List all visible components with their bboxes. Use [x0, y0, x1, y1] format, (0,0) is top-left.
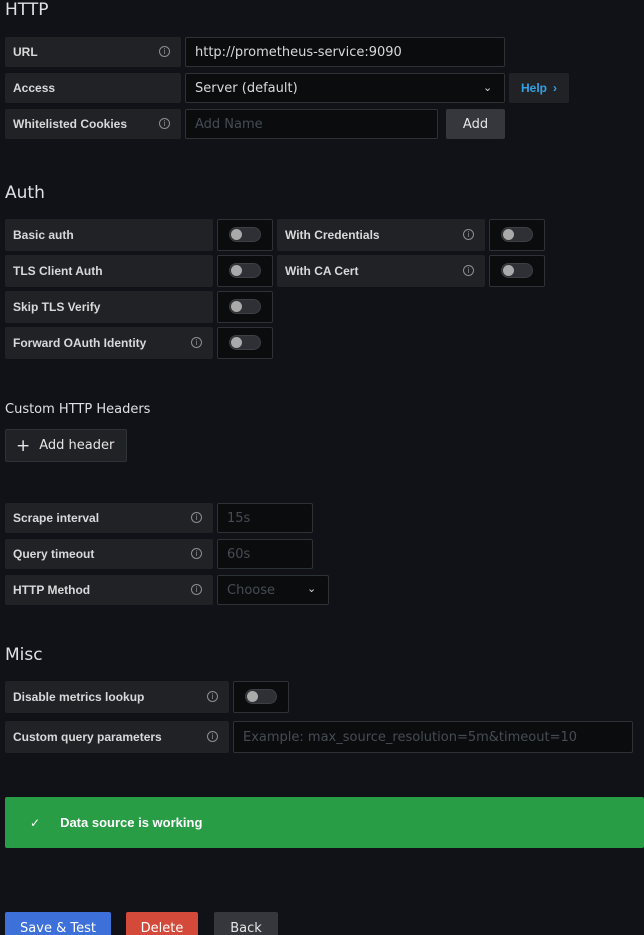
success-alert-message: Data source is working — [60, 815, 203, 830]
plus-icon: + — [16, 435, 31, 456]
help-button-label: Help — [520, 81, 547, 95]
tls-client-auth-toggle[interactable] — [229, 263, 261, 278]
cookies-label-text: Whitelisted Cookies — [13, 117, 128, 131]
disable-metrics-label-text: Disable metrics lookup — [13, 690, 145, 704]
with-credentials-label-text: With Credentials — [285, 228, 380, 242]
access-label-text: Access — [13, 81, 56, 95]
with-credentials-info-icon[interactable]: i — [463, 229, 474, 240]
query-timeout-label-text: Query timeout — [13, 547, 95, 561]
with-credentials-switch-box — [489, 219, 545, 251]
scrape-interval-label-text: Scrape interval — [13, 511, 100, 525]
with-ca-cert-info-icon[interactable]: i — [463, 265, 474, 276]
cookies-input[interactable]: Add Name — [185, 109, 438, 139]
http-section-title: HTTP — [5, 0, 49, 20]
forward-oauth-switch-box — [217, 327, 273, 359]
cookies-info-icon[interactable]: i — [159, 118, 170, 129]
back-button[interactable]: Back — [214, 912, 278, 935]
scrape-interval-info-icon[interactable]: i — [191, 512, 202, 523]
with-ca-cert-toggle[interactable] — [501, 263, 533, 278]
disable-metrics-toggle[interactable] — [245, 689, 277, 704]
custom-params-label-text: Custom query parameters — [13, 730, 162, 744]
disable-metrics-switch-box — [233, 681, 289, 713]
url-label: URL i — [5, 37, 181, 67]
query-timeout-info-icon[interactable]: i — [191, 548, 202, 559]
chevron-right-icon: › — [553, 81, 557, 95]
check-icon: ✓ — [30, 815, 41, 830]
skip-tls-verify-toggle[interactable] — [229, 299, 261, 314]
auth-section-title: Auth — [5, 183, 45, 203]
tls-client-auth-label: TLS Client Auth — [5, 255, 213, 287]
forward-oauth-label: Forward OAuth Identity i — [5, 327, 213, 359]
chevron-down-icon: ⌄ — [483, 81, 493, 94]
forward-oauth-toggle[interactable] — [229, 335, 261, 350]
cookies-label: Whitelisted Cookies i — [5, 109, 181, 139]
scrape-interval-input[interactable]: 15s — [217, 503, 313, 533]
with-credentials-label: With Credentials i — [277, 219, 485, 251]
tls-client-auth-switch-box — [217, 255, 273, 287]
access-select-value: Server (default) — [195, 80, 298, 96]
basic-auth-label: Basic auth — [5, 219, 213, 251]
add-header-button[interactable]: + Add header — [5, 429, 127, 462]
help-button[interactable]: Help › — [509, 73, 569, 103]
url-label-text: URL — [13, 45, 38, 59]
basic-auth-switch-box — [217, 219, 273, 251]
misc-section-title: Misc — [5, 645, 43, 665]
http-method-label: HTTP Method i — [5, 575, 213, 605]
custom-params-label: Custom query parameters i — [5, 721, 229, 753]
disable-metrics-info-icon[interactable]: i — [207, 691, 218, 702]
add-header-button-label: Add header — [39, 438, 115, 453]
http-method-select-value: Choose — [227, 582, 275, 598]
http-method-select[interactable]: Choose ⌄ — [217, 575, 329, 605]
add-cookie-button[interactable]: Add — [446, 109, 505, 139]
custom-params-input[interactable]: Example: max_source_resolution=5m&timeou… — [233, 721, 633, 753]
forward-oauth-info-icon[interactable]: i — [191, 337, 202, 348]
skip-tls-verify-label: Skip TLS Verify — [5, 291, 213, 323]
with-ca-cert-switch-box — [489, 255, 545, 287]
chevron-down-icon: ⌄ — [307, 582, 317, 595]
query-timeout-input[interactable]: 60s — [217, 539, 313, 569]
success-alert: ✓ Data source is working — [5, 797, 644, 848]
url-input[interactable]: http://prometheus-service:9090 — [185, 37, 505, 67]
query-timeout-label: Query timeout i — [5, 539, 213, 569]
with-ca-cert-label: With CA Cert i — [277, 255, 485, 287]
save-test-button[interactable]: Save & Test — [5, 912, 111, 935]
http-method-info-icon[interactable]: i — [191, 584, 202, 595]
custom-params-info-icon[interactable]: i — [207, 731, 218, 742]
access-label: Access — [5, 73, 181, 103]
scrape-interval-label: Scrape interval i — [5, 503, 213, 533]
url-info-icon[interactable]: i — [159, 46, 170, 57]
http-method-label-text: HTTP Method — [13, 583, 91, 597]
skip-tls-verify-switch-box — [217, 291, 273, 323]
delete-button[interactable]: Delete — [126, 912, 198, 935]
forward-oauth-label-text: Forward OAuth Identity — [13, 336, 147, 350]
with-credentials-toggle[interactable] — [501, 227, 533, 242]
basic-auth-toggle[interactable] — [229, 227, 261, 242]
access-select[interactable]: Server (default) ⌄ — [185, 73, 505, 103]
custom-headers-title: Custom HTTP Headers — [5, 402, 151, 417]
disable-metrics-label: Disable metrics lookup i — [5, 681, 229, 713]
with-ca-cert-label-text: With CA Cert — [285, 264, 359, 278]
